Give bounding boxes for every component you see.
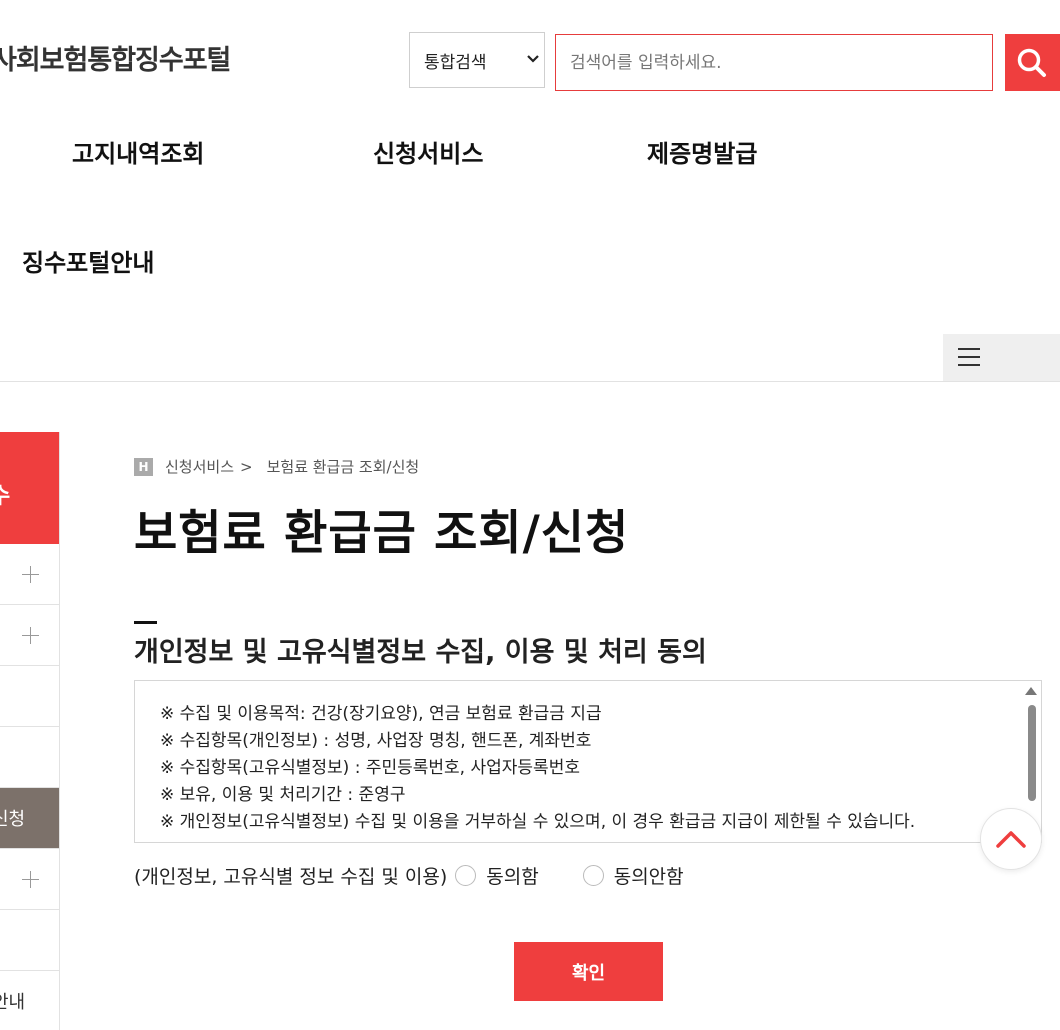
agreement-line: ※ 보유, 이용 및 처리기간 : 준영구 [160, 785, 406, 805]
gnb-item-notice-inquiry[interactable]: 고지내역조회 [72, 134, 204, 169]
agreement-list: ※ 수집 및 이용목적: 건강(장기요양), 연금 보험료 환급금 지급 ※ 수… [160, 701, 915, 836]
agreement-line: ※ 수집 및 이용목적: 건강(장기요양), 연금 보험료 환급금 지급 [160, 704, 602, 724]
agree-radio[interactable] [455, 865, 477, 886]
sidebar-item[interactable]: 안내 [0, 971, 59, 1030]
agreement-textbox[interactable]: ※ 수집 및 이용목적: 건강(장기요양), 연금 보험료 환급금 지급 ※ 수… [134, 680, 1042, 843]
sidebar-item[interactable] [0, 849, 59, 910]
sidebar-item[interactable] [0, 910, 59, 971]
plus-icon [22, 871, 39, 888]
consent-agree-option[interactable]: 동의함 [455, 862, 539, 889]
search-icon [1017, 48, 1046, 77]
gnb-item-certificate-issue[interactable]: 제증명발급 [647, 134, 757, 169]
gnb-item-portal-guide[interactable]: 징수포털안내 [22, 243, 154, 278]
consent-label: (개인정보, 고유식별 정보 수집 및 이용) [134, 866, 448, 888]
chevron-down-icon [527, 55, 539, 63]
section-title: 개인정보 및 고유식별정보 수집, 이용 및 처리 동의 [134, 637, 707, 668]
breadcrumb: H 신청서비스 > 보험료 환급금 조회/신청 [134, 456, 419, 477]
search-button[interactable] [1005, 34, 1060, 91]
agreement-line: ※ 개인정보(고유식별정보) 수집 및 이용을 거부하실 수 있으며, 이 경우… [160, 812, 916, 832]
left-sidebar: 수 신청 안내 [0, 432, 60, 1030]
page-title: 보험료 환급금 조회/신청 [134, 506, 630, 561]
header-divider [0, 381, 1060, 382]
breadcrumb-item[interactable]: 신청서비스 [165, 456, 234, 477]
home-icon[interactable]: H [134, 457, 153, 476]
search-input[interactable] [555, 34, 993, 91]
breadcrumb-item-current: 보험료 환급금 조회/신청 [266, 458, 420, 476]
confirm-button[interactable]: 확인 [514, 942, 663, 1001]
gnb-item-application-service[interactable]: 신청서비스 [373, 134, 483, 169]
agreement-line: ※ 수집항목(개인정보) : 성명, 사업장 명칭, 핸드폰, 계좌번호 [160, 731, 592, 751]
agreement-line: ※ 수집항목(고유식별정보) : 주민등록번호, 사업자등록번호 [160, 758, 580, 778]
scroll-up-arrow-icon[interactable] [1025, 687, 1037, 695]
section-title-mark [134, 621, 157, 624]
all-menu-button[interactable] [943, 334, 1060, 381]
search-scope-value: 통합검색 [424, 52, 487, 73]
scrollbar-thumb[interactable] [1028, 705, 1036, 801]
agree-label: 동의함 [486, 866, 539, 888]
sidebar-item[interactable] [0, 605, 59, 666]
plus-icon [22, 627, 39, 644]
sidebar-item[interactable] [0, 544, 59, 605]
sidebar-header: 수 [0, 432, 59, 544]
scroll-to-top-button[interactable] [980, 808, 1042, 870]
disagree-label: 동의안함 [613, 866, 684, 888]
plus-icon [22, 566, 39, 583]
site-logo[interactable]: 사회보험통합징수포털 [0, 38, 231, 77]
breadcrumb-separator: > [240, 457, 253, 476]
sidebar-item[interactable] [0, 727, 59, 788]
disagree-radio[interactable] [582, 865, 604, 886]
consent-row: (개인정보, 고유식별 정보 수집 및 이용) 동의함 동의안함 [134, 862, 684, 889]
search-scope-select[interactable]: 통합검색 [409, 32, 545, 88]
chevron-up-icon [996, 831, 1026, 848]
sidebar-item-active[interactable]: 신청 [0, 788, 59, 849]
sidebar-item[interactable] [0, 666, 59, 727]
consent-disagree-option[interactable]: 동의안함 [582, 862, 684, 889]
